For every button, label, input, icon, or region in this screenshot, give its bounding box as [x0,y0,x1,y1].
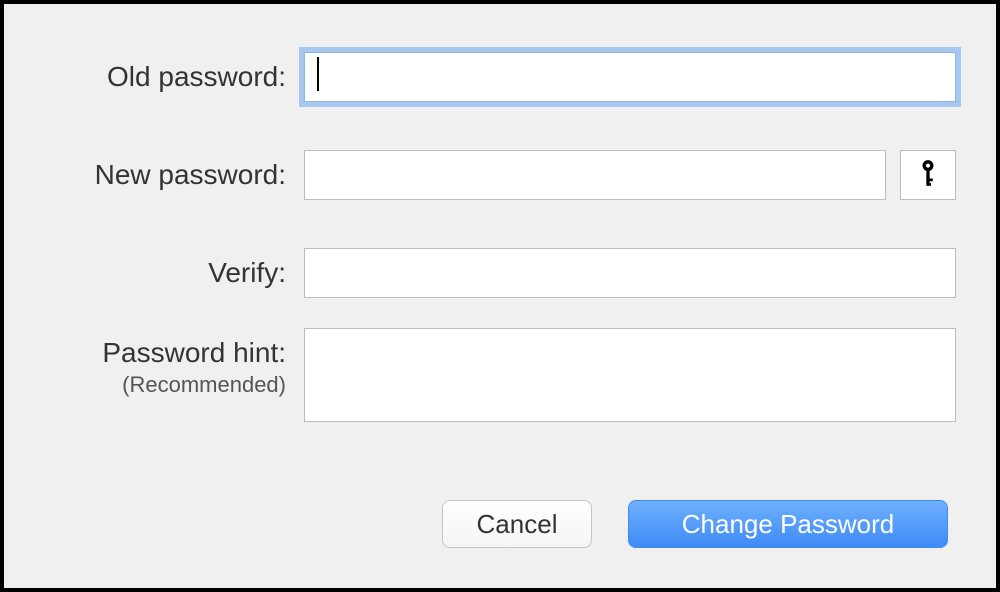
verify-input[interactable] [304,248,956,298]
change-password-button[interactable]: Change Password [628,500,948,548]
old-password-row: Old password: [44,52,956,102]
dialog-buttons: Cancel Change Password [44,500,956,548]
new-password-input[interactable] [304,150,886,200]
hint-input[interactable] [304,328,956,422]
cancel-button[interactable]: Cancel [442,500,592,548]
verify-label: Verify: [44,248,304,290]
verify-row: Verify: [44,248,956,298]
key-icon [917,158,939,193]
old-password-label: Old password: [44,52,304,94]
old-password-input[interactable] [304,52,956,102]
password-assistant-button[interactable] [900,150,956,200]
hint-row: Password hint: (Recommended) [44,328,956,422]
new-password-row: New password: [44,150,956,200]
hint-label-group: Password hint: (Recommended) [44,328,304,398]
new-password-label: New password: [44,150,304,192]
text-cursor [317,57,319,91]
hint-sublabel: (Recommended) [44,372,286,398]
change-password-dialog: Old password: New password: [4,4,996,588]
hint-label: Password hint: [102,337,286,368]
